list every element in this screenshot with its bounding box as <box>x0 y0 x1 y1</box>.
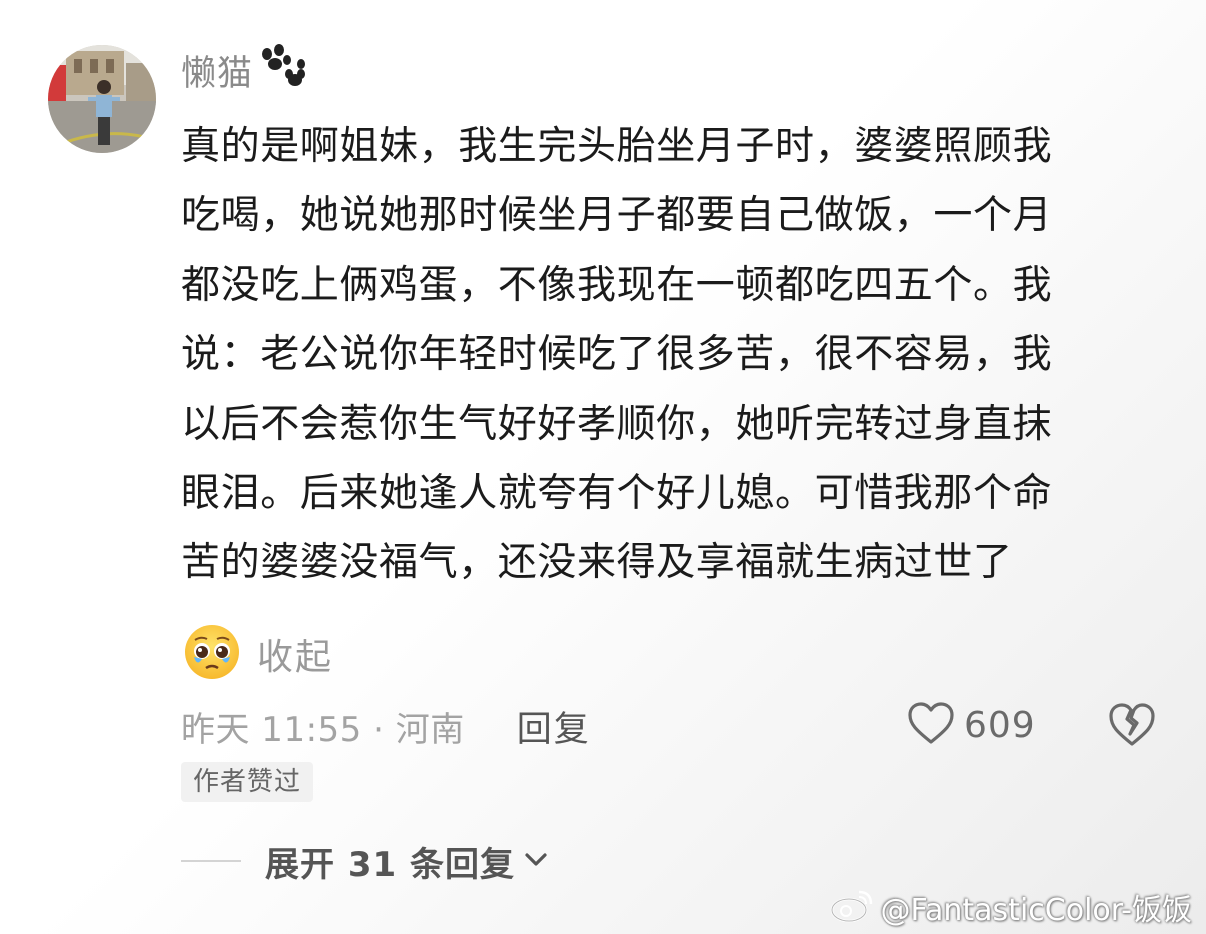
username[interactable]: 懒猫 <box>181 45 253 96</box>
like-button[interactable]: 609 <box>906 698 1036 752</box>
reply-button[interactable]: 回复 <box>517 701 591 752</box>
pleading-face-icon <box>183 623 241 685</box>
comment-line: 眼泪。后来她逢人就夸有个好儿媳。可惜我那个命 <box>181 470 1053 516</box>
author-liked-badge: 作者赞过 <box>181 762 314 802</box>
dislike-button[interactable] <box>1106 700 1158 750</box>
broken-heart-icon <box>1106 703 1158 754</box>
timestamp-location: 昨天 11:55 · 河南 <box>181 709 465 750</box>
comment-line: 苦的婆婆没福气，还没来得及享福就生病过世了 <box>181 540 1013 586</box>
divider <box>181 860 241 862</box>
comment-line: 说：老公说你年轻时候吃了很多苦，很不容易，我 <box>181 332 1053 378</box>
like-count: 609 <box>964 704 1036 746</box>
chevron-down-icon <box>523 849 549 873</box>
comment-text: 真的是啊姐妹，我生完头胎坐月子时，婆婆照顾我 吃喝，她说她那时候坐月子都要自己做… <box>181 112 1156 598</box>
paw-icon <box>257 44 309 92</box>
expand-replies-button[interactable]: 展开 31 条回复 <box>181 834 549 888</box>
watermark-text: @FantasticColor-饭饭 <box>880 893 1193 928</box>
username-row: 懒猫 <box>181 44 309 96</box>
comment-line: 以后不会惹你生气好好孝顺你，她听完转过身直抹 <box>181 401 1053 447</box>
meta-row: 昨天 11:55 · 河南 回复 <box>181 700 591 752</box>
collapse-button[interactable]: 收起 <box>257 628 333 680</box>
watermark: @FantasticColor-饭饭 <box>829 884 1193 930</box>
comment-line: 真的是啊姐妹，我生完头胎坐月子时，婆婆照顾我 <box>181 124 1053 169</box>
collapse-row: 收起 <box>183 624 333 684</box>
expand-replies-label: 展开 31 条回复 <box>265 844 515 885</box>
comment-card: 懒猫 真的是啊姐妹，我生完头胎坐月子时，婆婆照顾我 吃喝，她说她那时候坐月子都要… <box>0 0 1206 934</box>
comment-line: 都没吃上俩鸡蛋，不像我现在一顿都吃四五个。我 <box>181 262 1053 308</box>
heart-icon <box>906 700 956 750</box>
comment-line: 吃喝，她说她那时候坐月子都要自己做饭，一个月 <box>181 193 1053 239</box>
avatar[interactable] <box>48 45 156 153</box>
weibo-logo-icon <box>829 886 875 928</box>
